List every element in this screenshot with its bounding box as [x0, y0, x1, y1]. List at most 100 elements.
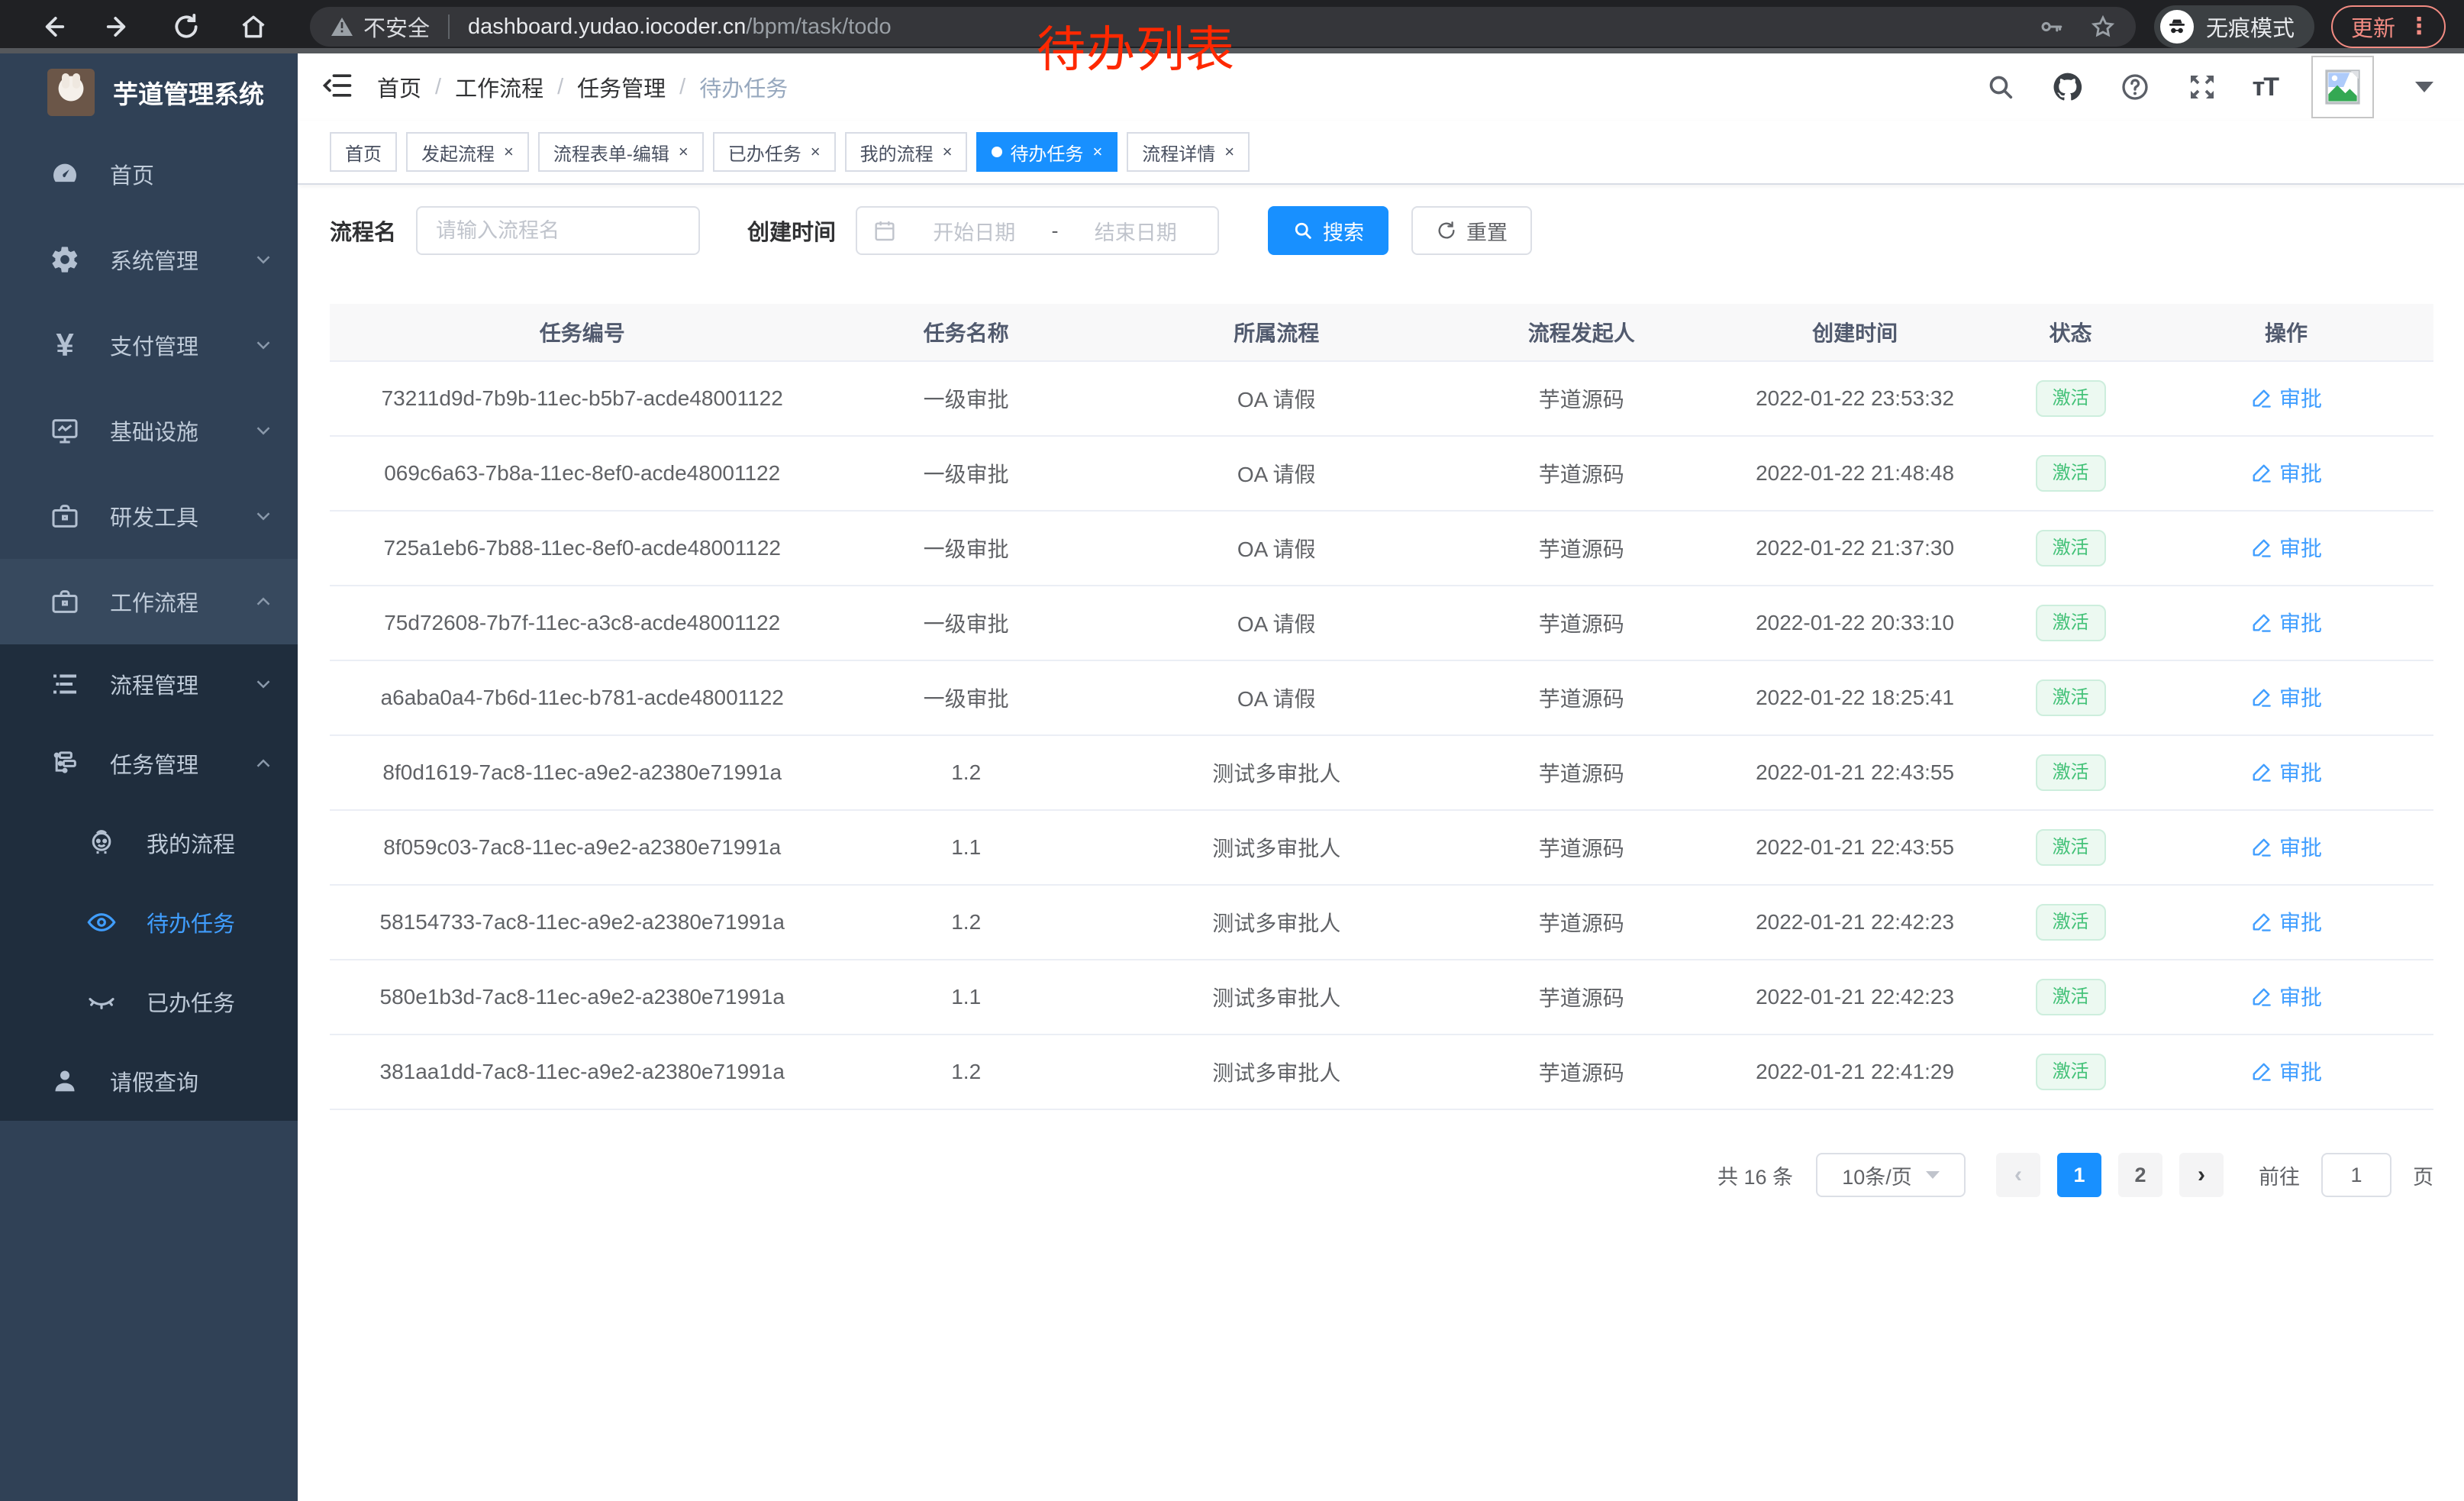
forward-icon[interactable] [102, 10, 136, 44]
tab-close-icon[interactable]: × [941, 144, 953, 160]
column-header: 操作 [2139, 317, 2433, 347]
text-size-icon[interactable]: ᴛT [2253, 73, 2278, 102]
person-icon [49, 1065, 81, 1097]
approve-link[interactable]: 审批 [2250, 1056, 2322, 1086]
task-id-cell: 725a1eb6-7b88-11ec-8ef0-acde48001122 [330, 536, 834, 560]
sidebar-item-workflow[interactable]: 工作流程 [0, 559, 298, 644]
approve-link[interactable]: 审批 [2250, 981, 2322, 1012]
breadcrumb-item[interactable]: 首页 [377, 71, 421, 103]
security-warning[interactable]: 不安全 [330, 11, 430, 43]
sidebar-item-task-mgmt[interactable]: 任务管理 [0, 724, 298, 803]
table-row: 725a1eb6-7b88-11ec-8ef0-acde48001122一级审批… [330, 512, 2433, 586]
app-logo[interactable]: 芋道管理系统 [0, 53, 298, 131]
fullscreen-icon[interactable] [2185, 70, 2219, 104]
task-name-cell: 1.1 [834, 835, 1098, 860]
browser-update-button[interactable]: 更新 ⋮ [2331, 5, 2446, 48]
help-icon[interactable] [2118, 70, 2152, 104]
page-tab[interactable]: 首页 [330, 132, 397, 172]
page-tab[interactable]: 流程详情× [1127, 132, 1250, 172]
tab-label: 流程表单-编辑 [553, 139, 669, 166]
page-2-button[interactable]: 2 [2118, 1153, 2162, 1197]
monitor-icon [49, 415, 81, 447]
tab-close-icon[interactable]: × [677, 144, 689, 160]
task-name-cell: 一级审批 [834, 683, 1098, 713]
task-id-cell: 58154733-7ac8-11ec-a9e2-a2380e71991a [330, 910, 834, 934]
sidebar-fold-icon[interactable] [321, 69, 357, 105]
pagination: 共 16 条 10条/页 ‹ 1 2 › 前往 页 [330, 1153, 2433, 1197]
table-header-row: 任务编号任务名称所属流程流程发起人创建时间状态操作 [330, 304, 2433, 362]
back-icon[interactable] [35, 10, 69, 44]
approve-link[interactable]: 审批 [2250, 532, 2322, 563]
home-icon[interactable] [237, 10, 270, 44]
tab-close-icon[interactable]: × [502, 144, 514, 160]
process-cell: 测试多审批人 [1098, 757, 1456, 788]
start-date-placeholder[interactable]: 开始日期 [908, 216, 1041, 246]
tab-close-icon[interactable]: × [809, 144, 821, 160]
approve-link[interactable]: 审批 [2250, 383, 2322, 413]
breadcrumb-item[interactable]: 任务管理 [577, 71, 666, 103]
reset-button[interactable]: 重置 [1411, 206, 1532, 255]
process-cell: OA 请假 [1098, 683, 1456, 713]
approve-link[interactable]: 审批 [2250, 607, 2322, 638]
sidebar-item-done-tasks[interactable]: 已办任务 [0, 962, 298, 1041]
page-size-select[interactable]: 10条/页 [1816, 1153, 1966, 1197]
end-date-placeholder[interactable]: 结束日期 [1069, 216, 1203, 246]
edit-icon [2250, 760, 2273, 783]
reload-icon[interactable] [169, 10, 203, 44]
page-tab[interactable]: 流程表单-编辑 × [538, 132, 704, 172]
task-name-cell: 一级审批 [834, 458, 1098, 489]
page-tab[interactable]: 待办任务× [976, 132, 1118, 172]
tab-close-icon[interactable]: × [1091, 144, 1102, 160]
approve-link[interactable]: 审批 [2250, 831, 2322, 862]
next-page-button[interactable]: › [2179, 1153, 2224, 1197]
task-name-cell: 1.1 [834, 985, 1098, 1009]
sidebar-item-payment[interactable]: ¥ 支付管理 [0, 302, 298, 388]
filter-form: 流程名 创建时间 开始日期 - 结束日期 搜索 [330, 206, 2433, 255]
approve-link[interactable]: 审批 [2250, 906, 2322, 937]
sidebar-item-process-mgmt[interactable]: 流程管理 [0, 644, 298, 724]
column-header: 流程发起人 [1455, 317, 1708, 347]
status-badge: 激活 [2036, 455, 2106, 492]
sidebar-item-leave-query[interactable]: 请假查询 [0, 1041, 298, 1121]
page-tab[interactable]: 发起流程× [406, 132, 529, 172]
sidebar-item-home[interactable]: 首页 [0, 131, 298, 217]
avatar-broken-image[interactable] [2311, 56, 2374, 118]
approve-link[interactable]: 审批 [2250, 682, 2322, 712]
process-cell: 测试多审批人 [1098, 907, 1456, 938]
edit-icon [2250, 536, 2273, 559]
refresh-icon [1436, 220, 1457, 241]
breadcrumb-separator: / [435, 75, 441, 100]
search-button[interactable]: 搜索 [1268, 206, 1388, 255]
process-name-input[interactable] [416, 206, 700, 255]
key-icon[interactable] [2038, 14, 2064, 40]
approve-link[interactable]: 审批 [2250, 757, 2322, 787]
prev-page-button[interactable]: ‹ [1996, 1153, 2040, 1197]
page-unit-label: 页 [2413, 1160, 2433, 1190]
kebab-menu-icon[interactable]: ⋮ [2408, 15, 2430, 38]
breadcrumb-separator: / [557, 75, 563, 100]
sidebar-item-devtools[interactable]: 研发工具 [0, 473, 298, 559]
tab-close-icon[interactable]: × [1223, 144, 1234, 160]
edit-icon [2250, 686, 2273, 709]
date-range-picker[interactable]: 开始日期 - 结束日期 [856, 206, 1219, 255]
approve-link[interactable]: 审批 [2250, 457, 2322, 488]
sidebar-item-my-process[interactable]: 我的流程 [0, 803, 298, 883]
breadcrumb: 首页/工作流程/任务管理/待办任务 [377, 71, 788, 103]
sidebar-item-todo-tasks[interactable]: 待办任务 [0, 883, 298, 962]
star-icon[interactable] [2090, 14, 2116, 40]
page-tab[interactable]: 已办任务× [713, 132, 836, 172]
dropdown-caret-icon[interactable] [2415, 82, 2433, 92]
active-tab-dot [992, 147, 1002, 157]
breadcrumb-item[interactable]: 工作流程 [455, 71, 543, 103]
action-cell: 审批 [2139, 532, 2433, 564]
github-icon[interactable] [2051, 70, 2085, 104]
goto-page-input[interactable] [2321, 1153, 2391, 1197]
page-1-button[interactable]: 1 [2057, 1153, 2101, 1197]
column-header: 任务名称 [834, 317, 1098, 347]
search-icon[interactable] [1984, 70, 2017, 104]
sidebar-item-infra[interactable]: 基础设施 [0, 388, 298, 473]
column-header: 任务编号 [330, 317, 834, 347]
page-tab[interactable]: 我的流程× [845, 132, 968, 172]
sidebar-item-system[interactable]: 系统管理 [0, 217, 298, 302]
status-cell: 激活 [2002, 679, 2139, 716]
